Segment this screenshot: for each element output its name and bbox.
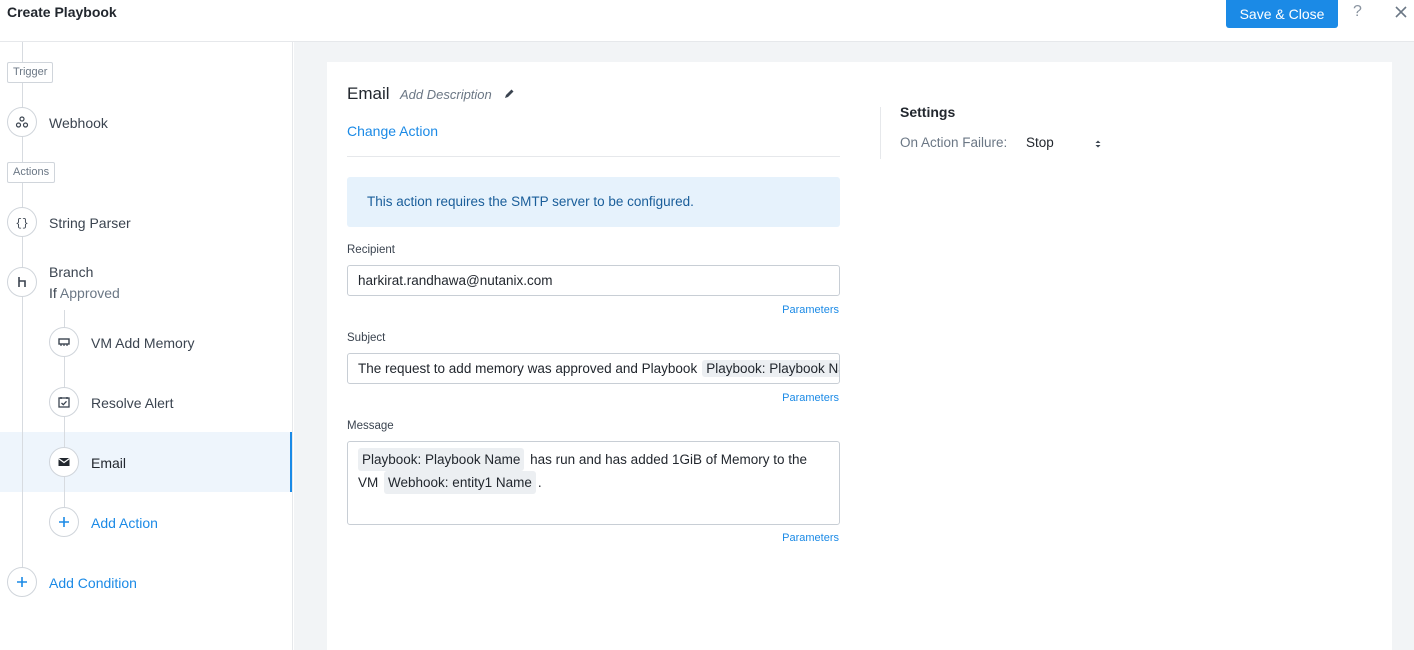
message-variable-chip[interactable]: Webhook: entity1 Name bbox=[384, 471, 536, 494]
subject-variable-chip[interactable]: Playbook: Playbook Name bbox=[702, 360, 839, 377]
subject-text: The request to add memory was approved a… bbox=[358, 361, 698, 376]
sidebar-item-string-parser[interactable]: String Parser bbox=[49, 215, 131, 231]
calendar-check-icon bbox=[58, 397, 70, 408]
webhook-icon bbox=[15, 116, 29, 128]
sidebar-item-branch[interactable]: Branch bbox=[49, 264, 93, 280]
help-icon[interactable]: ? bbox=[1353, 3, 1362, 21]
message-text: has run and has added 1GiB of Memory to … bbox=[530, 452, 808, 467]
recipient-parameters-link[interactable]: Parameters bbox=[782, 304, 839, 316]
envelope-icon bbox=[58, 458, 70, 466]
settings-title: Settings bbox=[900, 104, 956, 120]
string-parser-node[interactable]: {} bbox=[7, 207, 37, 237]
page-title: Create Playbook bbox=[7, 4, 117, 20]
recipient-label: Recipient bbox=[347, 244, 395, 256]
on-action-failure-label: On Action Failure: bbox=[900, 135, 1008, 150]
braces-icon: {} bbox=[15, 218, 28, 229]
add-action-node[interactable] bbox=[49, 507, 79, 537]
branch-if-label: If bbox=[49, 285, 57, 301]
branch-condition: If Approved bbox=[49, 285, 120, 301]
branch-icon bbox=[18, 277, 26, 287]
branch-node[interactable] bbox=[7, 267, 37, 297]
divider bbox=[347, 156, 840, 157]
plus-icon bbox=[59, 517, 69, 527]
email-node[interactable] bbox=[49, 447, 79, 477]
add-condition-node[interactable] bbox=[7, 567, 37, 597]
settings-divider bbox=[880, 107, 881, 159]
add-description-link[interactable]: Add Description bbox=[400, 87, 492, 102]
plus-icon bbox=[17, 577, 27, 587]
message-variable-chip[interactable]: Playbook: Playbook Name bbox=[358, 448, 525, 471]
pencil-icon[interactable] bbox=[503, 88, 515, 100]
branch-condition-value: Approved bbox=[59, 285, 120, 301]
subject-label: Subject bbox=[347, 332, 386, 344]
active-row-highlight bbox=[0, 432, 292, 492]
close-icon[interactable] bbox=[1394, 5, 1408, 19]
message-textarea[interactable]: Playbook: Playbook Name has run and has … bbox=[347, 441, 840, 525]
memory-icon bbox=[58, 338, 70, 346]
add-condition-link[interactable]: Add Condition bbox=[49, 575, 137, 591]
subject-input[interactable]: The request to add memory was approved a… bbox=[347, 353, 840, 384]
save-and-close-button[interactable]: Save & Close bbox=[1226, 0, 1338, 28]
webhook-node[interactable] bbox=[7, 107, 37, 137]
change-action-link[interactable]: Change Action bbox=[347, 123, 438, 139]
header-bar: Create Playbook Save & Close ? bbox=[0, 0, 1414, 42]
message-text: VM bbox=[358, 475, 379, 490]
action-title: Email bbox=[347, 84, 390, 103]
sidebar-item-webhook[interactable]: Webhook bbox=[49, 115, 108, 131]
subject-parameters-link[interactable]: Parameters bbox=[782, 392, 839, 404]
select-arrows-icon[interactable] bbox=[1094, 138, 1102, 150]
recipient-input[interactable]: harkirat.randhawa@nutanix.com bbox=[347, 265, 840, 296]
message-label: Message bbox=[347, 420, 394, 432]
svg-text:{}: {} bbox=[15, 218, 28, 229]
smtp-info-banner: This action requires the SMTP server to … bbox=[347, 177, 840, 227]
vm-add-memory-node[interactable] bbox=[49, 327, 79, 357]
sidebar-item-resolve-alert[interactable]: Resolve Alert bbox=[91, 395, 173, 411]
actions-tag: Actions bbox=[7, 162, 56, 183]
sidebar-item-vm-add-memory[interactable]: VM Add Memory bbox=[91, 335, 194, 351]
sidebar-item-email[interactable]: Email bbox=[91, 455, 126, 471]
message-text: . bbox=[537, 475, 542, 490]
trigger-tag: Trigger bbox=[7, 62, 54, 83]
resolve-alert-node[interactable] bbox=[49, 387, 79, 417]
message-parameters-link[interactable]: Parameters bbox=[782, 532, 839, 544]
add-action-link[interactable]: Add Action bbox=[91, 515, 158, 531]
